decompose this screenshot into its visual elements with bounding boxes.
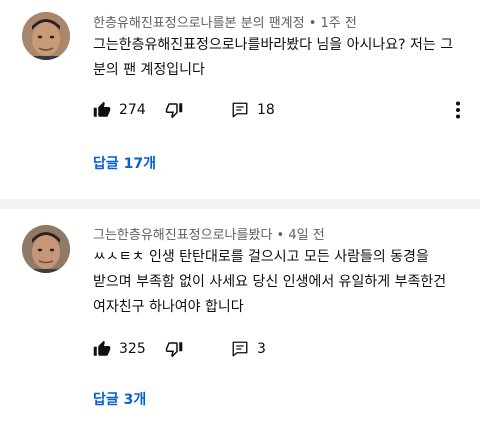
comment-text: ㅆㅅㅌㅊ 인생 탄탄대로를 걸으시고 모든 사람들의 동경을 받으며 부족함 없…	[93, 249, 447, 315]
comment-text: 그는한층유해진표정으로나를바라봤다 님을 아시나요? 저는 그 분의 팬 계정입…	[93, 37, 454, 78]
like-button[interactable]: 274	[93, 98, 146, 122]
thumbs-up-icon	[93, 340, 111, 356]
reply-count: 18	[257, 102, 275, 118]
comment-meta: 그는한층유해진표정으로나를봤다 • 4일 전	[93, 228, 325, 243]
like-count: 325	[119, 341, 146, 357]
avatar[interactable]	[22, 12, 70, 60]
dislike-button[interactable]	[165, 337, 183, 361]
avatar-image	[22, 12, 70, 60]
thumbs-down-icon	[165, 103, 183, 119]
thumbs-up-icon	[93, 101, 111, 117]
like-button[interactable]: 325	[93, 337, 146, 361]
replies-link[interactable]: 답글 17개	[93, 153, 156, 173]
avatar[interactable]	[22, 225, 70, 273]
comment-2: 그는한층유해진표정으로나를봤다 • 4일 전 ㅆㅅㅌㅊ 인생 탄탄대로를 걸으시…	[0, 209, 480, 429]
thumbs-down-icon	[165, 342, 183, 358]
comment-1: 한층유해진표정으로나를본 분의 팬계정 • 1주 전 그는한층유해진표정으로나를…	[0, 0, 480, 199]
reply-button[interactable]: 3	[231, 337, 266, 361]
reply-count: 3	[257, 341, 266, 357]
like-count: 274	[119, 102, 146, 118]
replies-link[interactable]: 답글 3개	[93, 389, 146, 409]
comment-separator	[0, 199, 480, 209]
comment-actions: 325 3	[93, 337, 473, 361]
reply-comment-icon	[232, 341, 248, 357]
more-vertical-icon	[456, 101, 460, 119]
comment-actions: 274 18	[93, 98, 473, 122]
reply-button[interactable]: 18	[231, 98, 275, 122]
dislike-button[interactable]	[165, 98, 183, 122]
reply-comment-icon	[232, 102, 248, 118]
comment-meta: 한층유해진표정으로나를본 분의 팬계정 • 1주 전	[93, 16, 357, 31]
avatar-image	[22, 225, 70, 273]
more-options-button[interactable]	[455, 98, 461, 122]
